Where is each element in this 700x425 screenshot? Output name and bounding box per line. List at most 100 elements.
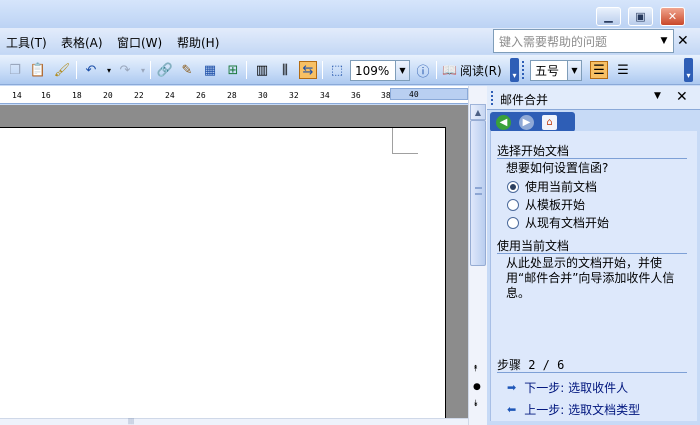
- ruler-tick: 14: [12, 91, 22, 100]
- toolbar-separator: [246, 61, 247, 79]
- insert-table-icon[interactable]: ▦: [201, 61, 219, 79]
- arrow-left-icon: ⬅: [507, 403, 517, 416]
- option-current-document[interactable]: 使用当前文档: [507, 178, 597, 195]
- maximize-button[interactable]: ▣: [628, 7, 653, 26]
- select-browse-object-icon[interactable]: ●: [473, 382, 481, 392]
- document-map-icon[interactable]: ⇆: [299, 61, 317, 79]
- document-workspace: [0, 105, 470, 425]
- ruler-tick: 40: [409, 90, 419, 99]
- margin-corner-mark: [392, 128, 418, 154]
- scroll-thumb[interactable]: [470, 120, 486, 266]
- document-close-icon[interactable]: ✕: [677, 33, 689, 49]
- radio-icon[interactable]: [507, 216, 519, 229]
- toolbar-separator: [150, 61, 151, 79]
- arrow-right-icon: ➡: [507, 381, 517, 394]
- ruler-tick: 28: [227, 91, 237, 100]
- menu-table[interactable]: 表格(A): [61, 34, 103, 51]
- format-painter-icon[interactable]: 🖌: [53, 61, 71, 79]
- back-icon[interactable]: ◀: [496, 114, 511, 130]
- font-size-dropdown-icon[interactable]: ▼: [567, 60, 582, 81]
- ruler-tick: 16: [41, 91, 51, 100]
- ruler-tick: 32: [289, 91, 299, 100]
- step-indicator: 步骤 2 / 6: [497, 358, 565, 372]
- paste-icon[interactable]: 📋: [29, 61, 47, 79]
- task-pane-menu-icon[interactable]: ▼: [654, 91, 661, 101]
- ruler-tick: 20: [103, 91, 113, 100]
- minimize-button[interactable]: ▁: [596, 7, 621, 26]
- menu-window[interactable]: 窗口(W): [117, 34, 162, 51]
- copy-icon[interactable]: ❐: [6, 61, 24, 79]
- distribute-icon[interactable]: ☰: [614, 61, 632, 79]
- help-search-dropdown-icon[interactable]: ▼: [657, 32, 671, 50]
- section-divider: [497, 372, 687, 373]
- zoom-dropdown-icon[interactable]: ▼: [395, 60, 410, 81]
- mail-merge-task-pane: 邮件合并 ▼ ✕ ◀ ▶ ⌂ 选择开始文档 想要如何设置信函? 使用当前文档 从…: [487, 86, 700, 425]
- task-pane-grip[interactable]: [491, 91, 494, 105]
- close-window-button[interactable]: ✕: [660, 7, 685, 26]
- horizontal-ruler: 14 16 18 20 22 24 26 28 30 32 34 36 38 4…: [0, 86, 470, 104]
- menu-tools[interactable]: 工具(T): [6, 34, 47, 51]
- task-pane-close-icon[interactable]: ✕: [676, 89, 688, 105]
- toolbar-separator: [76, 61, 77, 79]
- close-icon: ✕: [667, 10, 678, 23]
- ruler-tick: 26: [196, 91, 206, 100]
- previous-step-link[interactable]: ⬅ 上一步: 选取文档类型: [507, 401, 640, 418]
- next-step-link[interactable]: ➡ 下一步: 选取收件人: [507, 379, 628, 396]
- read-button[interactable]: 📖 阅读(R): [442, 61, 502, 79]
- ruler-right-margin[interactable]: 40: [390, 88, 468, 100]
- drawing-icon[interactable]: ⫼: [276, 61, 294, 79]
- toolbar-options-icon[interactable]: ▾: [510, 58, 519, 82]
- task-pane-title: 邮件合并: [500, 93, 549, 107]
- tables-borders-icon[interactable]: ✎: [178, 61, 196, 79]
- option-label: 从现有文档开始: [525, 216, 610, 230]
- option-from-template[interactable]: 从模板开始: [507, 196, 585, 213]
- toolbar-options-icon-2[interactable]: ▾: [684, 58, 693, 82]
- setup-question: 想要如何设置信函?: [506, 161, 609, 175]
- ruler-tick: 22: [134, 91, 144, 100]
- option-label: 从模板开始: [525, 198, 586, 212]
- home-icon[interactable]: ⌂: [542, 114, 557, 130]
- scroll-thumb-grip: [475, 187, 482, 195]
- radio-icon[interactable]: [507, 198, 519, 211]
- columns-icon[interactable]: ▥: [253, 61, 271, 79]
- maximize-icon: ▣: [635, 10, 646, 23]
- ruler-tick: 30: [258, 91, 268, 100]
- hyperlink-icon[interactable]: 🔗: [156, 61, 174, 79]
- minimize-icon: ▁: [604, 10, 613, 23]
- scroll-up-button[interactable]: ▲: [470, 104, 486, 120]
- ruler-tick: 36: [351, 91, 361, 100]
- align-justify-icon[interactable]: ☰: [590, 61, 608, 79]
- horizontal-scrollbar[interactable]: [0, 418, 468, 425]
- menu-help[interactable]: 帮助(H): [177, 34, 219, 51]
- show-hide-icon[interactable]: ⬚: [328, 61, 346, 79]
- toolbar-separator: [322, 61, 323, 79]
- insert-excel-icon[interactable]: ⊞: [224, 61, 242, 79]
- ruler-tick: 18: [72, 91, 82, 100]
- forward-icon[interactable]: ▶: [519, 114, 534, 130]
- document-page[interactable]: [0, 127, 446, 425]
- section-title-current-document: 使用当前文档: [497, 239, 570, 253]
- read-button-label: 阅读(R): [459, 63, 502, 78]
- current-document-description: 从此处显示的文档开始，并使用“邮件合并”向导添加收件人信息。: [506, 256, 675, 300]
- task-pane-header: 邮件合并 ▼ ✕: [487, 86, 700, 110]
- previous-page-icon[interactable]: ⯭: [473, 364, 478, 374]
- option-from-existing-document[interactable]: 从现有文档开始: [507, 214, 609, 231]
- radio-selected-icon[interactable]: [507, 180, 519, 193]
- vertical-scrollbar[interactable]: ▲ ⯭ ● ⯯: [468, 86, 487, 425]
- standard-toolbar: ❐ 📋 🖌 ↶ ▾ ↷ ▾ 🔗 ✎ ▦ ⊞ ▥ ⫼ ⇆ ⬚ 109% ▼ ⓘ 📖…: [0, 55, 700, 85]
- redo-icon[interactable]: ↷: [116, 61, 134, 79]
- undo-icon[interactable]: ↶: [82, 61, 100, 79]
- next-page-icon[interactable]: ⯯: [473, 399, 478, 409]
- book-icon: 📖: [442, 63, 457, 77]
- zoom-select[interactable]: 109%: [350, 60, 396, 81]
- help-search-input[interactable]: 键入需要帮助的问题: [493, 29, 674, 53]
- task-pane-nav: ◀ ▶ ⌂: [490, 112, 575, 132]
- help-icon[interactable]: ⓘ: [414, 61, 432, 80]
- horizontal-scroll-grip: |||: [128, 418, 135, 425]
- section-divider: [497, 253, 687, 254]
- toolbar-separator: [436, 61, 437, 79]
- previous-step-label: 上一步: 选取文档类型: [524, 403, 641, 417]
- title-bar: ▁ ▣ ✕: [0, 0, 700, 28]
- ruler-tick: 34: [320, 91, 330, 100]
- font-size-select[interactable]: 五号: [530, 60, 570, 81]
